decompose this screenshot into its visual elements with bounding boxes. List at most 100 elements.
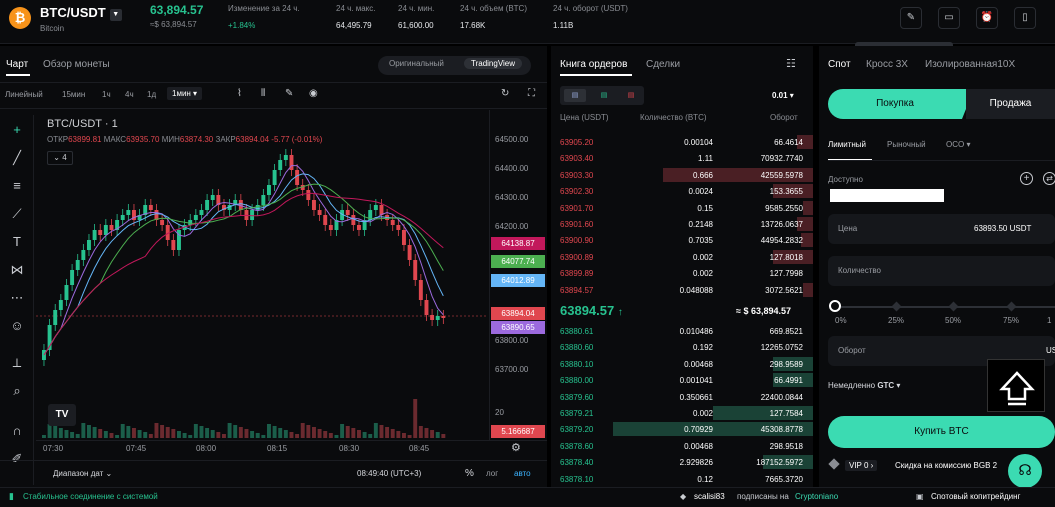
toolbar-1d[interactable]: 1д [147,90,156,99]
divider [0,460,547,461]
settings-icon[interactable]: ⚙ [511,441,521,454]
text-tool-icon[interactable]: T [8,234,26,252]
ask-row[interactable]: 63903.40 1.11 70932.7740 [551,150,813,166]
copy-target[interactable]: Cryptoniano [795,492,838,501]
ask-row[interactable]: 63901.70 0.15 9585.2550 [551,200,813,216]
pair-selector[interactable]: BTC/USDT ▼ [40,5,122,21]
camera-icon[interactable]: ◉ [309,88,318,99]
transfer-icon[interactable]: ⇄ [1043,172,1055,185]
quantity-input[interactable]: Количество [828,256,1055,286]
toolbar-4h[interactable]: 4ч [125,90,134,99]
auto-toggle[interactable]: авто [514,469,531,478]
bid-row[interactable]: 63880.61 0.010486 669.8521 [551,323,813,339]
alert-icon[interactable]: ⏰ [976,7,998,29]
emoji-icon[interactable]: ☺ [8,318,26,336]
tab-isolated[interactable]: Изолированная10X [925,59,1015,70]
view-asks-icon[interactable]: ▤ [620,89,642,102]
amount-slider-handle[interactable] [829,300,841,312]
amount-slider-track[interactable] [835,306,1055,308]
precision-select[interactable]: 0.01 ▾ [772,91,794,100]
refresh-icon[interactable]: ↻ [501,88,509,99]
ask-row[interactable]: 63900.90 0.7035 44954.2832 [551,232,813,248]
bid-row[interactable]: 63879.21 0.002 127.7584 [551,405,813,421]
ask-row[interactable]: 63905.20 0.00104 66.4614 [551,134,813,150]
candle-type-icon[interactable]: ⫴ [261,88,265,99]
xabcd-icon[interactable]: ⋈ [8,262,26,280]
order-type-limit[interactable]: Лимитный [828,140,866,149]
tab-cross[interactable]: Кросс 3X [866,59,908,70]
bid-row[interactable]: 63878.10 0.12 7665.3720 [551,471,813,487]
zoom-icon[interactable]: ⌕ [8,383,26,401]
order-type-market[interactable]: Рыночный [887,140,926,149]
support-headset-icon[interactable]: ☊ [1008,454,1042,488]
chart-view-toggle: Оригинальный TradingView [378,56,531,75]
sell-tab-button[interactable]: Продажа [966,89,1055,119]
price-cell: 63901.60 [560,220,594,229]
indicator-icon[interactable]: ⌇ [237,88,242,99]
log-toggle[interactable]: лог [486,469,498,478]
bid-row[interactable]: 63880.00 0.001041 66.4991 [551,372,813,388]
magnet-icon[interactable]: ∩ [8,423,26,441]
tab-coin-overview[interactable]: Обзор монеты [43,59,110,70]
price-input[interactable]: Цена 63893.50 USDT [828,214,1055,244]
tab-spot[interactable]: Спот [828,59,851,70]
bid-row[interactable]: 63878.40 2.929826 187152.5972 [551,454,813,470]
tab-trades[interactable]: Сделки [646,59,680,70]
note-icon[interactable]: ✎ [900,7,922,29]
volume-bar [413,399,418,438]
copytrade-link[interactable]: Спотовый копитрейдинг [931,492,1020,501]
time-in-force[interactable]: Немедленно GTC ▾ [828,381,900,390]
candle [98,230,103,235]
col-header-turnover: Оборот [770,113,798,122]
bid-row[interactable]: 63879.60 0.350661 22400.0844 [551,389,813,405]
toolbar-line[interactable]: Линейный [5,90,43,99]
bid-row[interactable]: 63880.10 0.00468 298.9589 [551,356,813,372]
ask-row[interactable]: 63903.30 0.666 42559.5978 [551,167,813,183]
chevron-down-icon[interactable]: ▼ [109,9,122,21]
gann-icon[interactable]: ⋯ [8,290,26,308]
tab-chart[interactable]: Чарт [6,59,28,70]
fib-lines-icon[interactable]: ≡ [8,178,26,196]
ask-row[interactable]: 63899.89 0.002 127.7998 [551,265,813,281]
qty-cell: 0.002 [692,269,713,279]
volume-bar [396,431,401,438]
ruler-icon[interactable]: ⟂ [8,355,26,373]
qty-cell: 0.001041 [679,376,713,386]
bid-row[interactable]: 63879.20 0.70929 45308.8778 [551,421,813,437]
orderbook-settings-icon[interactable]: ☷ [786,57,796,70]
ask-row[interactable]: 63901.60 0.2148 13726.0637 [551,216,813,232]
view-bids-icon[interactable]: ▤ [593,89,615,102]
ticket-icon[interactable]: ▭ [938,7,960,29]
order-type-oco[interactable]: OCO ▾ [946,140,970,149]
pattern-icon[interactable]: ⟋ [8,206,26,224]
vip-badge[interactable]: VIP 0 › [845,460,878,471]
view-original[interactable]: Оригинальный [389,59,444,68]
candlestick-chart [36,149,488,438]
date-range-button[interactable]: Диапазон дат ⌄ [53,469,112,478]
toolbar-15m[interactable]: 15мин [62,90,85,99]
scroll-top-button[interactable] [987,359,1045,412]
fullscreen-icon[interactable]: ⛶ [528,88,535,99]
toolbar-1h[interactable]: 1ч [102,90,111,99]
crosshair-icon[interactable]: + [8,122,26,140]
tab-orderbook[interactable]: Книга ордеров [560,59,627,70]
book-icon[interactable]: ▯ [1014,7,1036,29]
percent-toggle[interactable]: % [465,468,474,479]
volume-bar [385,427,390,438]
ask-row[interactable]: 63894.57 0.048088 3072.5621 [551,282,813,298]
bid-row[interactable]: 63878.60 0.00468 298.9518 [551,438,813,454]
view-tradingview[interactable]: TradingView [464,58,523,69]
bid-row[interactable]: 63880.60 0.192 12265.0752 [551,339,813,355]
qty-cell: 1.11 [698,154,713,164]
buy-btc-button[interactable]: Купить BTC [828,416,1055,448]
trendline-icon[interactable]: ╱ [8,150,26,168]
ask-row[interactable]: 63900.89 0.002 127.8018 [551,249,813,265]
draw-icon[interactable]: ✎ [285,88,293,99]
plus-icon[interactable]: + [1020,172,1033,185]
candle [424,300,429,315]
view-both-icon[interactable]: ▤ [564,89,586,102]
buy-tab-button[interactable]: Покупка [828,89,962,119]
candle [58,300,63,310]
ask-row[interactable]: 63902.30 0.0024 153.3655 [551,183,813,199]
toolbar-1m[interactable]: 1мин ▾ [167,87,203,100]
